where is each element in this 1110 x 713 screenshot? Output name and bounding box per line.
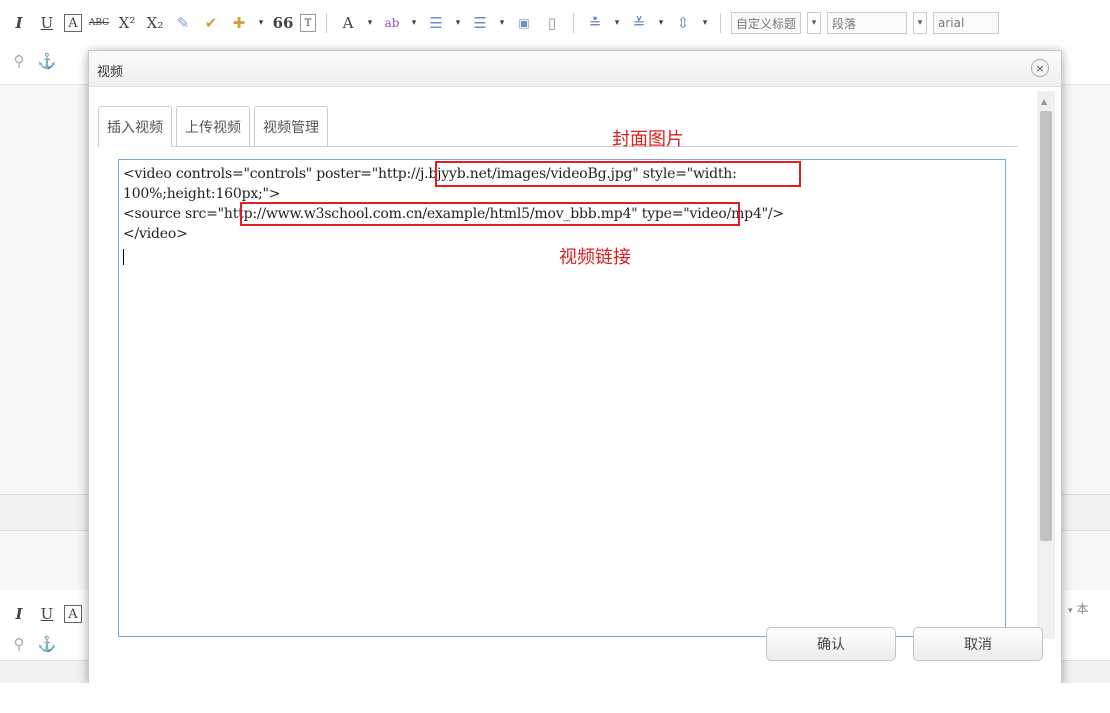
dialog-title: 视频 <box>97 65 124 80</box>
underline-icon[interactable]: U <box>36 12 58 34</box>
superscript-icon[interactable]: X² <box>116 12 138 34</box>
font-border-icon[interactable]: A <box>64 605 82 623</box>
ordered-list-icon[interactable]: ☰ <box>425 12 447 34</box>
dropdown-arrow-icon[interactable]: ▾ <box>365 12 375 34</box>
select-all-icon[interactable]: ▣ <box>513 12 535 34</box>
tab-video-management[interactable]: 视频管理 <box>254 106 328 146</box>
dropdown-arrow-icon[interactable]: ▾ <box>497 12 507 34</box>
page-bottom <box>0 683 1110 713</box>
dialog-title-bar[interactable]: 视频 × <box>89 51 1061 87</box>
anchor-icon[interactable]: ⚓ <box>36 633 58 655</box>
eraser-icon[interactable]: ✎ <box>172 12 194 34</box>
second-editor-toolbar-row1: I U A <box>0 597 82 631</box>
scroll-up-arrow-icon[interactable]: ▲ <box>1041 97 1047 106</box>
dropdown-arrow-icon[interactable]: ▾ <box>656 12 666 34</box>
code-line: 100%;height:160px;"> <box>123 186 281 202</box>
poster-highlight-box <box>435 161 801 187</box>
confirm-button[interactable]: 确认 <box>766 627 896 661</box>
paragraph-dropdown-icon[interactable]: ▾ <box>913 12 928 34</box>
auto-format-icon[interactable]: ✚ <box>228 12 250 34</box>
annotation-poster: 封面图片 <box>612 129 684 150</box>
heading-dropdown-icon[interactable]: ▾ <box>807 12 822 34</box>
second-editor-toolbar-row2: ⚲ ⚓ <box>0 627 58 661</box>
toolbar-divider <box>720 13 721 33</box>
code-line: </video> <box>123 226 188 242</box>
right-toolbar-partial[interactable]: ▾ 本 <box>1068 600 1088 617</box>
text-caret <box>123 249 124 265</box>
annotation-video-link: 视频链接 <box>559 247 631 268</box>
clear-doc-icon[interactable]: ▯ <box>541 12 563 34</box>
video-code-textarea[interactable]: <video controls="controls" poster="http:… <box>118 159 1006 637</box>
paragraph-select[interactable]: 段落 <box>827 12 908 34</box>
dropdown-arrow-icon[interactable]: ▾ <box>256 12 266 34</box>
link-icon[interactable]: ⚲ <box>8 50 30 72</box>
dropdown-arrow-icon[interactable]: ▾ <box>700 12 710 34</box>
anchor-icon[interactable]: ⚓ <box>36 50 58 72</box>
line-height-icon[interactable]: ⇳ <box>672 12 694 34</box>
blockquote-icon[interactable]: 66 <box>272 12 294 34</box>
toolbar-divider <box>573 13 574 33</box>
heading-select[interactable]: 自定义标题 <box>731 12 802 34</box>
dropdown-arrow-icon[interactable]: ▾ <box>453 12 463 34</box>
link-icon[interactable]: ⚲ <box>8 633 30 655</box>
dialog-tabs: 插入视频 上传视频 视频管理 <box>98 106 332 147</box>
row-spacing-top-icon[interactable]: ≛ <box>584 12 606 34</box>
font-family-select[interactable]: arial <box>933 12 1000 34</box>
format-brush-icon[interactable]: ✔ <box>200 12 222 34</box>
close-icon[interactable]: × <box>1031 59 1049 77</box>
dropdown-arrow-icon[interactable]: ▾ <box>612 12 622 34</box>
cancel-button[interactable]: 取消 <box>913 627 1043 661</box>
video-link-highlight-box <box>240 202 740 226</box>
highlight-icon[interactable]: ab <box>381 12 403 34</box>
font-color-icon[interactable]: A <box>337 12 359 34</box>
row-spacing-bottom-icon[interactable]: ≚ <box>628 12 650 34</box>
editor-toolbar-row1: I U A ABC X² X₂ ✎ ✔ ✚ ▾ 66 T A ▾ ab ▾ ☰ … <box>0 6 1000 40</box>
dropdown-arrow-icon[interactable]: ▾ <box>1068 606 1073 616</box>
video-dialog: 视频 × 插入视频 上传视频 视频管理 封面图片 <video controls… <box>88 50 1062 684</box>
underline-icon[interactable]: U <box>36 603 58 625</box>
dialog-scrollbar[interactable]: ▲ <box>1037 91 1055 639</box>
paste-plain-icon[interactable]: T <box>300 14 316 32</box>
right-toolbar-partial-text: 本 <box>1076 602 1089 616</box>
tab-insert-video[interactable]: 插入视频 <box>98 106 172 147</box>
tab-upload-video[interactable]: 上传视频 <box>176 106 250 146</box>
italic-icon[interactable]: I <box>8 12 30 34</box>
tab-divider <box>98 146 1018 147</box>
strikethrough-icon[interactable]: ABC <box>88 12 110 34</box>
dropdown-arrow-icon[interactable]: ▾ <box>409 12 419 34</box>
scrollbar-thumb[interactable] <box>1040 111 1052 541</box>
font-border-icon[interactable]: A <box>64 14 82 32</box>
subscript-icon[interactable]: X₂ <box>144 12 166 34</box>
italic-icon[interactable]: I <box>8 603 30 625</box>
editor-toolbar-row2: ⚲ ⚓ <box>0 44 58 78</box>
unordered-list-icon[interactable]: ☰ <box>469 12 491 34</box>
toolbar-divider <box>326 13 327 33</box>
